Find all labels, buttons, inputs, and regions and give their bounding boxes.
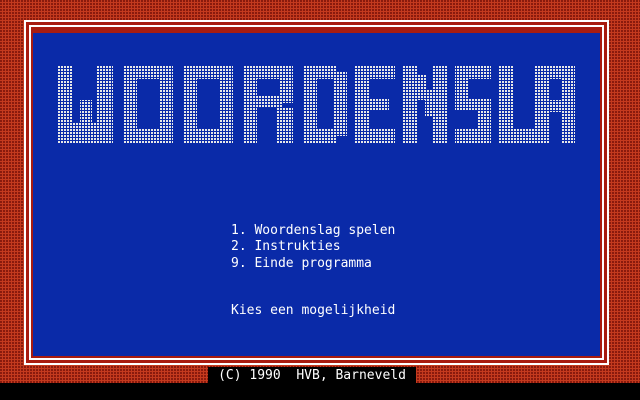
menu-item-instructions[interactable]: 2. Instrukties <box>231 239 341 255</box>
copyright-notice: (C) 1990 HVB, Barneveld <box>208 367 416 384</box>
menu-item-quit[interactable]: 9. Einde programma <box>231 256 372 272</box>
dos-game-screen: 1. Woordenslag spelen 2. Instrukties 9. … <box>0 0 640 400</box>
choice-prompt: Kies een mogelijkheid <box>231 303 396 318</box>
game-title-logo <box>57 65 575 143</box>
footer-bar <box>0 383 640 400</box>
menu-item-play[interactable]: 1. Woordenslag spelen <box>231 223 395 239</box>
